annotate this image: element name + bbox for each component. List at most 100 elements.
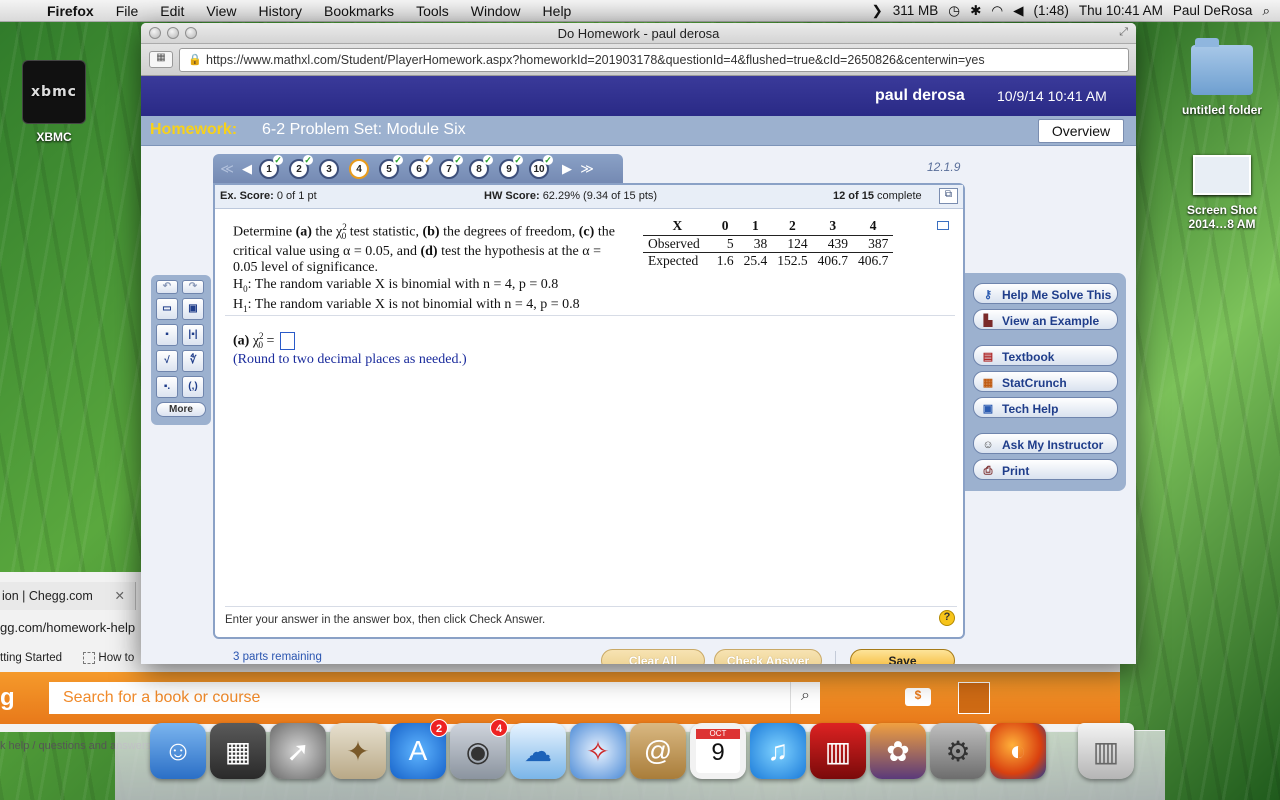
textbook-icon: ▤ xyxy=(982,350,994,363)
cart-icon[interactable]: $ xyxy=(905,688,931,706)
menu-file[interactable]: File xyxy=(105,3,150,19)
bookmark-how-to[interactable]: How to xyxy=(98,652,134,664)
chegg-logo[interactable]: g xyxy=(0,684,15,712)
wifi-icon[interactable]: ◠ xyxy=(991,3,1003,19)
help-me-solve-button[interactable]: ⚷ Help Me Solve This xyxy=(973,283,1118,304)
redo-icon[interactable]: ↷ xyxy=(182,280,204,294)
statcrunch-button[interactable]: ▦ StatCrunch xyxy=(973,371,1118,392)
minimize-window-button[interactable] xyxy=(167,27,179,39)
print-button[interactable]: ⎙ Print xyxy=(973,459,1118,480)
help-question-icon[interactable]: ? xyxy=(939,610,955,626)
copy-table-icon[interactable] xyxy=(937,221,949,230)
menubar-user[interactable]: Paul DeRosa xyxy=(1173,3,1253,18)
iphoto-icon[interactable]: ✿ xyxy=(870,723,926,779)
bookmark-getting-started[interactable]: tting Started xyxy=(0,652,62,664)
clear-all-button[interactable]: Clear All xyxy=(601,649,705,664)
firefox-icon[interactable]: ◐ xyxy=(990,723,1046,779)
chi-square-answer-input[interactable] xyxy=(279,332,295,351)
help-me-solve-label: Help Me Solve This xyxy=(1002,287,1112,302)
question-number: 2 xyxy=(296,163,302,175)
save-button[interactable]: Save xyxy=(850,649,955,664)
tab-close-icon[interactable]: ✕ xyxy=(115,588,125,603)
zoom-window-button[interactable] xyxy=(185,27,197,39)
check-answer-button[interactable]: Check Answer xyxy=(714,649,822,664)
avatar[interactable] xyxy=(958,682,990,714)
last-question-icon[interactable]: ≫ xyxy=(579,161,595,177)
close-window-button[interactable] xyxy=(149,27,161,39)
url-bar[interactable]: 🔒 https://www.mathxl.com/Student/PlayerH… xyxy=(179,48,1129,72)
battery-readout[interactable]: (1:48) xyxy=(1034,3,1069,18)
volume-icon[interactable]: ◀ xyxy=(1013,3,1023,19)
fullscreen-icon[interactable]: ⤢ xyxy=(1119,26,1128,39)
question-9-button[interactable]: 9 ✓ xyxy=(499,155,523,179)
overview-button[interactable]: Overview xyxy=(1038,119,1124,143)
menu-tools[interactable]: Tools xyxy=(405,3,460,19)
question-1-button[interactable]: 1 ✓ xyxy=(259,155,283,179)
keynote-icon[interactable]: ☁ xyxy=(510,723,566,779)
question-3-button[interactable]: 3 xyxy=(319,159,339,179)
tech-help-button[interactable]: ▣ Tech Help xyxy=(973,397,1118,418)
preview-icon[interactable]: ✦ xyxy=(330,723,386,779)
popout-icon[interactable]: ⧉ xyxy=(939,188,958,204)
dock: ☺ ▦ ➚ ✦ A2 ◉4 ☁ ✧ @ 9 ♫ ▥ ✿ ⚙ ◐ ▥ xyxy=(115,719,1165,800)
next-question-icon[interactable]: ▶ xyxy=(559,161,575,177)
more-tools-button[interactable]: More xyxy=(156,402,206,417)
safari-icon[interactable]: ✧ xyxy=(570,723,626,779)
menu-edit[interactable]: Edit xyxy=(149,3,195,19)
menu-app-firefox[interactable]: Firefox xyxy=(36,3,105,19)
play-icon[interactable]: ❯ xyxy=(871,3,882,19)
tab-view-icon[interactable]: ▦ xyxy=(149,51,173,68)
bluetooth-icon[interactable]: ✱ xyxy=(970,3,981,19)
textbook-button[interactable]: ▤ Textbook xyxy=(973,345,1118,366)
dashboard-icon[interactable]: ▦ xyxy=(210,723,266,779)
nth-root-icon[interactable]: ∜ xyxy=(182,350,204,372)
memory-readout[interactable]: 311 MB xyxy=(893,3,939,18)
menubar-clock[interactable]: Thu 10:41 AM xyxy=(1079,3,1163,18)
menu-window[interactable]: Window xyxy=(460,3,532,19)
chegg-search-input[interactable]: Search for a book or course xyxy=(49,682,819,714)
menu-bookmarks[interactable]: Bookmarks xyxy=(313,3,405,19)
question-2-button[interactable]: 2 ✓ xyxy=(289,155,313,179)
spotlight-icon[interactable]: ⌕ xyxy=(1262,3,1270,19)
exponent-icon[interactable]: ▪ xyxy=(156,324,178,346)
desktop-icon-folder[interactable]: untitled folder xyxy=(1180,38,1264,117)
undo-icon[interactable]: ↶ xyxy=(156,280,178,294)
first-question-icon[interactable]: ≪ xyxy=(219,161,235,177)
question-7-button[interactable]: 7 ✓ xyxy=(439,155,463,179)
desktop-icon-xbmc[interactable]: xbmc XBMC xyxy=(18,60,90,144)
completion-count: 12 of 15 xyxy=(833,190,874,202)
system-preferences-icon[interactable]: ⚙ xyxy=(930,723,986,779)
itunes-icon[interactable]: ♫ xyxy=(750,723,806,779)
photo-booth-curtain-icon[interactable]: ▥ xyxy=(810,723,866,779)
calendar-icon[interactable]: 9 xyxy=(690,723,746,779)
ask-instructor-button[interactable]: ☺ Ask My Instructor xyxy=(973,433,1118,454)
fraction-icon[interactable]: ▭ xyxy=(156,298,178,320)
contacts-icon[interactable]: @ xyxy=(630,723,686,779)
chegg-tab[interactable]: ion | Chegg.com ✕ xyxy=(0,582,136,610)
view-example-button[interactable]: ▙ View an Example xyxy=(973,309,1118,330)
menu-view[interactable]: View xyxy=(195,3,247,19)
photo-booth-icon[interactable]: ◉ 4 xyxy=(450,719,508,779)
search-icon[interactable]: ⌕ xyxy=(790,682,820,714)
launchpad-icon[interactable]: ➚ xyxy=(270,723,326,779)
desktop-icon-screenshot[interactable]: Screen Shot 2014…8 AM xyxy=(1176,155,1268,231)
menu-help[interactable]: Help xyxy=(532,3,583,19)
question-10-button[interactable]: 10 ✓ xyxy=(529,155,553,179)
question-6-button[interactable]: 6 ✓ xyxy=(409,155,433,179)
app-store-icon[interactable]: A2 xyxy=(390,719,448,779)
trash-icon[interactable]: ▥ xyxy=(1078,723,1134,779)
time-machine-icon[interactable]: ◷ xyxy=(948,3,960,19)
square-root-icon[interactable]: √ xyxy=(156,350,178,372)
menu-history[interactable]: History xyxy=(247,3,313,19)
chegg-url[interactable]: gg.com/homework-help xyxy=(0,620,135,635)
previous-question-icon[interactable]: ◀ xyxy=(239,161,255,177)
ordered-pair-icon[interactable]: (,) xyxy=(182,376,204,398)
finder-icon[interactable]: ☺ xyxy=(150,723,206,779)
question-8-button[interactable]: 8 ✓ xyxy=(469,155,493,179)
mixed-number-icon[interactable]: ▣ xyxy=(182,298,204,320)
question-5-button[interactable]: 5 ✓ xyxy=(379,155,403,179)
absolute-value-icon[interactable]: |▪| xyxy=(182,324,204,346)
decimal-icon[interactable]: ▪. xyxy=(156,376,178,398)
alternative-hypothesis-text: The random variable X is not binomial wi… xyxy=(254,296,580,312)
question-4-button-current[interactable]: 4 xyxy=(349,159,369,179)
